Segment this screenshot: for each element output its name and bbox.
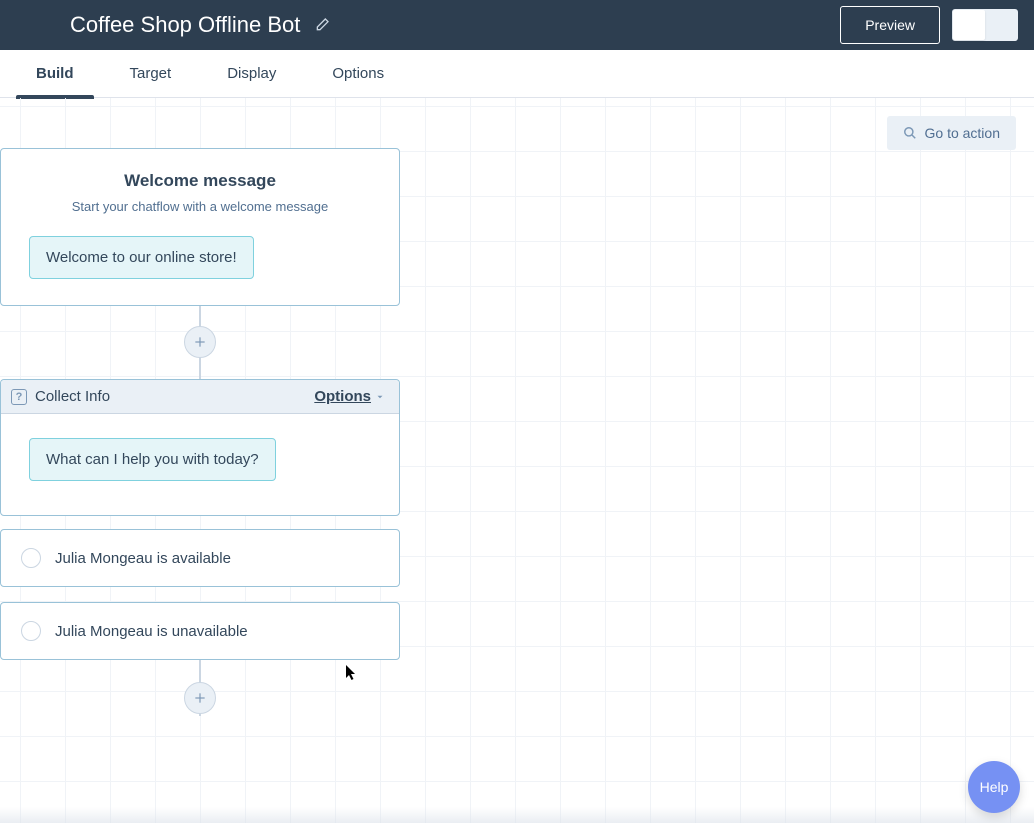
help-button[interactable]: Help [968, 761, 1020, 813]
publish-toggle[interactable] [952, 9, 1018, 41]
branch-unavailable[interactable]: Julia Mongeau is unavailable [0, 602, 400, 660]
toggle-knob [953, 10, 985, 40]
add-step-button[interactable] [184, 326, 216, 358]
card-options-dropdown[interactable]: Options [314, 388, 385, 405]
preview-button[interactable]: Preview [840, 6, 940, 44]
tab-label: Options [332, 65, 384, 82]
radio-icon [21, 548, 41, 568]
cursor-icon [346, 665, 358, 681]
welcome-bubble[interactable]: Welcome to our online store! [29, 236, 254, 279]
tab-options[interactable]: Options [304, 50, 412, 98]
options-label: Options [314, 388, 371, 405]
bottom-shadow [0, 807, 1034, 823]
top-bar-left: Coffee Shop Offline Bot [70, 12, 330, 38]
collect-bubble[interactable]: What can I help you with today? [29, 438, 276, 481]
tab-bar: Build Target Display Options [0, 50, 1034, 98]
collect-header: ? Collect Info Options [1, 380, 399, 414]
flow-canvas[interactable]: Go to action Welcome message Start your … [0, 98, 1034, 823]
tab-build[interactable]: Build [8, 50, 102, 98]
tab-target[interactable]: Target [102, 50, 200, 98]
chevron-down-icon [375, 392, 385, 402]
branch-label: Julia Mongeau is unavailable [55, 623, 248, 640]
add-step-button[interactable] [184, 682, 216, 714]
page-title: Coffee Shop Offline Bot [70, 12, 300, 38]
search-icon [903, 126, 917, 140]
top-bar-right: Preview [840, 6, 1018, 44]
edit-icon[interactable] [314, 17, 330, 33]
tab-label: Display [227, 65, 276, 82]
collect-info-card[interactable]: ? Collect Info Options What can I help y… [0, 379, 400, 516]
tab-label: Target [130, 65, 172, 82]
tab-display[interactable]: Display [199, 50, 304, 98]
collect-body: What can I help you with today? [1, 414, 399, 515]
branch-label: Julia Mongeau is available [55, 550, 231, 567]
branch-available[interactable]: Julia Mongeau is available [0, 529, 400, 587]
radio-icon [21, 621, 41, 641]
welcome-message-card[interactable]: Welcome message Start your chatflow with… [0, 148, 400, 306]
welcome-title: Welcome message [29, 171, 371, 191]
collect-header-label: Collect Info [35, 388, 110, 405]
collect-header-left: ? Collect Info [11, 388, 110, 405]
tab-label: Build [36, 65, 74, 82]
welcome-subtitle: Start your chatflow with a welcome messa… [29, 199, 371, 214]
top-bar: Coffee Shop Offline Bot Preview [0, 0, 1034, 50]
go-to-action-label: Go to action [925, 125, 1001, 141]
go-to-action-button[interactable]: Go to action [887, 116, 1017, 150]
question-icon: ? [11, 389, 27, 405]
help-label: Help [980, 779, 1009, 795]
